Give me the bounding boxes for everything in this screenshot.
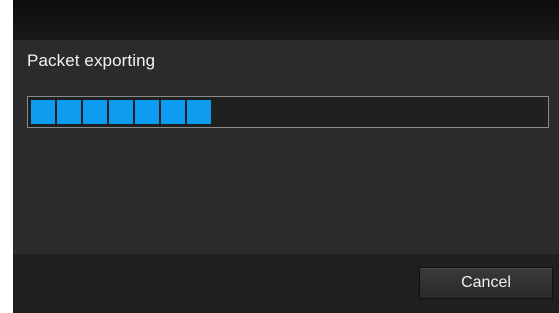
progress-block: [31, 100, 55, 124]
progress-block: [187, 100, 211, 124]
dialog-footer: Cancel: [13, 254, 559, 313]
status-message: Packet exporting: [27, 51, 156, 70]
export-progress-dialog: Packet exporting Cancel: [13, 0, 559, 313]
progress-bar: [27, 96, 549, 128]
dialog-content: [13, 40, 559, 254]
cancel-button[interactable]: Cancel: [419, 267, 553, 299]
progress-block: [83, 100, 107, 124]
progress-block: [109, 100, 133, 124]
dialog-title-bar[interactable]: [13, 0, 559, 41]
progress-block: [57, 100, 81, 124]
progress-block: [161, 100, 185, 124]
progress-fill: [31, 100, 211, 124]
progress-block: [135, 100, 159, 124]
